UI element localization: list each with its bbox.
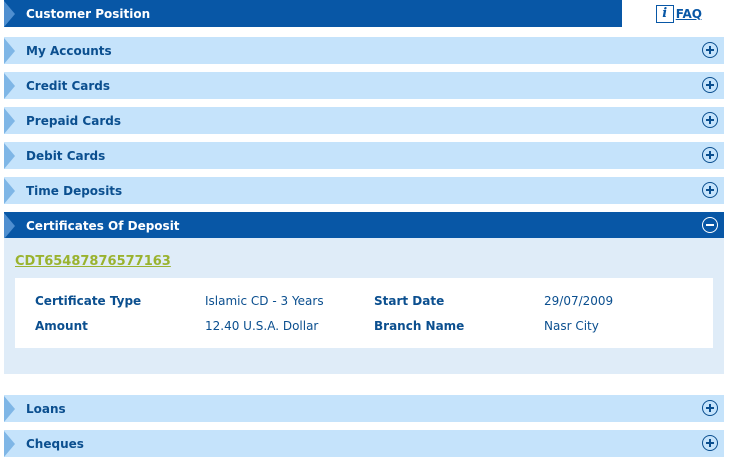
expand-plus-icon[interactable] (702, 77, 718, 93)
amount-label: Amount (35, 319, 88, 333)
section-arrow-icon (4, 395, 15, 422)
certificate-details-card: Certificate Type Islamic CD - 3 Years St… (15, 278, 713, 348)
section-debit-cards[interactable]: Debit Cards (4, 142, 724, 169)
section-certificates-of-deposit[interactable]: Certificates Of Deposit (4, 212, 724, 239)
amount-value: 12.40 U.S.A. Dollar (205, 319, 319, 333)
branch-name-label: Branch Name (374, 319, 465, 333)
section-label: Time Deposits (26, 183, 123, 198)
section-arrow-icon (4, 37, 15, 64)
branch-name-value: Nasr City (544, 319, 599, 333)
section-label: Cheques (26, 436, 84, 451)
collapse-minus-icon[interactable] (702, 217, 718, 233)
expand-plus-icon[interactable] (702, 42, 718, 58)
expand-plus-icon[interactable] (702, 400, 718, 416)
section-time-deposits[interactable]: Time Deposits (4, 177, 724, 204)
start-date-label: Start Date (374, 294, 445, 308)
header-arrow-icon (4, 0, 15, 27)
customer-position-page: Customer Position i FAQ My Accounts Cred… (0, 0, 733, 464)
section-label: Credit Cards (26, 78, 111, 93)
section-arrow-icon (4, 107, 15, 134)
certificate-type-value: Islamic CD - 3 Years (205, 294, 324, 308)
section-label: Debit Cards (26, 148, 106, 163)
customer-position-header: Customer Position i FAQ (4, 0, 724, 27)
faq-area: i FAQ (622, 0, 724, 27)
section-label: Certificates Of Deposit (26, 218, 180, 233)
header-title: Customer Position (26, 6, 151, 21)
section-arrow-icon (4, 142, 15, 169)
section-label: My Accounts (26, 43, 112, 58)
expand-plus-icon[interactable] (702, 182, 718, 198)
expand-plus-icon[interactable] (702, 435, 718, 451)
certificate-id-link[interactable]: CDT65487876577163 (15, 254, 171, 269)
section-loans[interactable]: Loans (4, 395, 724, 422)
expand-plus-icon[interactable] (702, 112, 718, 128)
certificates-panel: CDT65487876577163 Certificate Type Islam… (4, 238, 724, 374)
section-arrow-icon (4, 177, 15, 204)
start-date-value: 29/07/2009 (544, 294, 614, 308)
section-my-accounts[interactable]: My Accounts (4, 37, 724, 64)
section-arrow-icon (4, 72, 15, 99)
section-label: Loans (26, 401, 66, 416)
section-cheques[interactable]: Cheques (4, 430, 724, 457)
section-label: Prepaid Cards (26, 113, 121, 128)
certificate-type-label: Certificate Type (35, 294, 142, 308)
info-i-icon[interactable]: i (655, 4, 674, 23)
expand-plus-icon[interactable] (702, 147, 718, 163)
section-arrow-icon (4, 212, 15, 239)
section-prepaid-cards[interactable]: Prepaid Cards (4, 107, 724, 134)
section-credit-cards[interactable]: Credit Cards (4, 72, 724, 99)
section-arrow-icon (4, 430, 15, 457)
faq-link[interactable]: FAQ (676, 7, 702, 21)
